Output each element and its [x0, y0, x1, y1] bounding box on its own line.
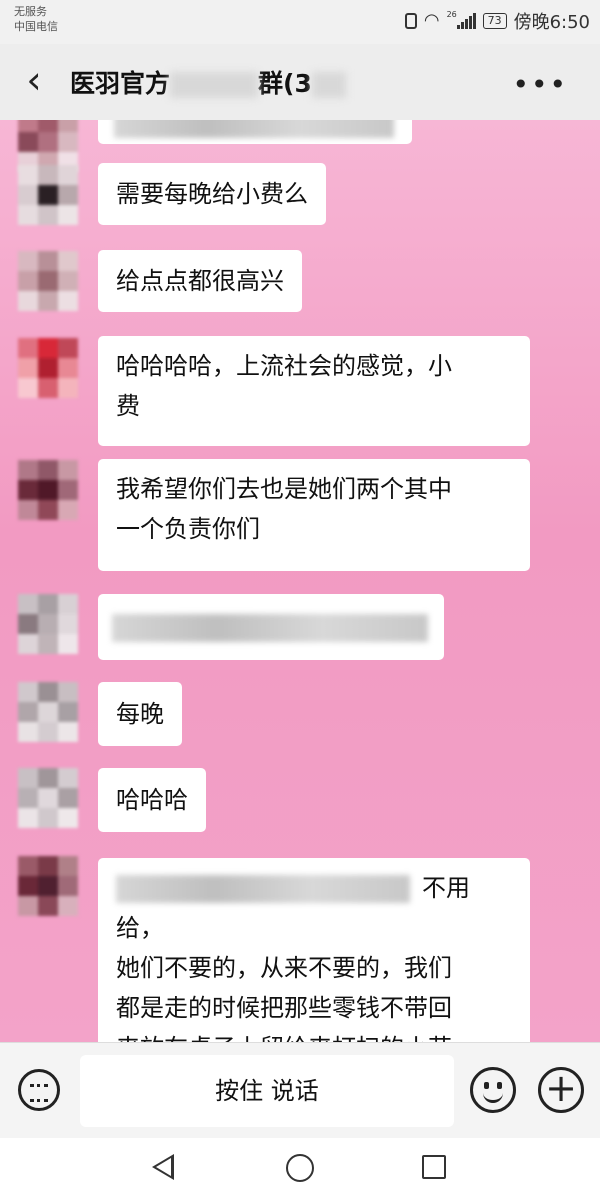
chat-title-text: 医羽官方: [70, 69, 171, 98]
title-redaction-2: [311, 72, 346, 98]
message-text-line: 一个负责你们: [116, 515, 260, 543]
avatar[interactable]: [18, 594, 78, 654]
input-bar: 按住 说话 +: [0, 1042, 600, 1139]
avatar[interactable]: [18, 460, 78, 520]
message-text: 哈哈哈: [116, 786, 188, 814]
hold-to-talk-button[interactable]: 按住 说话: [80, 1055, 454, 1127]
message-text-line: 不用给，: [116, 868, 512, 948]
message-text-line: 她们不要的，从来不要的，我们: [116, 954, 452, 982]
more-horizontal-icon: •••: [512, 68, 568, 101]
message-bubble[interactable]: [98, 594, 444, 660]
chat-title-suffix: 群(3: [258, 69, 312, 98]
avatar[interactable]: [18, 165, 78, 225]
signal-icon: 26: [446, 10, 476, 29]
emoji-icon: [484, 1082, 489, 1089]
avatar[interactable]: [18, 338, 78, 398]
message-text-line: 费: [116, 392, 140, 420]
system-nav-bar: [0, 1138, 600, 1200]
nav-home-button[interactable]: [286, 1154, 314, 1182]
redacted-text: [114, 120, 394, 138]
chat-message-list[interactable]: 需要每晚给小费么 给点点都很高兴 哈哈哈哈，上流社会的感觉，小 费 我希望你们去…: [0, 120, 600, 1042]
status-time: 傍晚6:50: [513, 12, 590, 33]
chevron-left-icon: ‹: [26, 58, 42, 102]
chat-header: ‹ 医羽官方 群(3 •••: [0, 44, 600, 120]
message-bubble[interactable]: 哈哈哈: [98, 768, 206, 832]
message-text-line: 都是走的时候把那些零钱不带回: [116, 994, 452, 1022]
nav-recent-apps-button[interactable]: [422, 1155, 446, 1179]
avatar[interactable]: [18, 251, 78, 311]
plus-icon: +: [545, 1066, 577, 1110]
message-bubble[interactable]: [98, 120, 412, 144]
battery-indicator: 73: [482, 13, 507, 29]
carrier-name: 中国电信: [14, 20, 58, 33]
emoji-icon-mouth: [483, 1090, 503, 1103]
nav-back-button[interactable]: [152, 1154, 174, 1180]
message-bubble[interactable]: 哈哈哈哈，上流社会的感觉，小 费: [98, 336, 530, 446]
keyboard-toggle-button[interactable]: [18, 1069, 60, 1111]
more-functions-button[interactable]: +: [538, 1067, 584, 1113]
avatar[interactable]: [18, 768, 78, 828]
more-button[interactable]: •••: [512, 68, 568, 101]
message-bubble[interactable]: 给点点都很高兴: [98, 250, 302, 312]
carrier-info: 无服务 中国电信: [14, 4, 58, 34]
message-text-line: 哈哈哈哈，上流社会的感觉，小: [116, 352, 452, 380]
redacted-text: [116, 875, 410, 903]
keyboard-icon: [30, 1084, 48, 1102]
network-label: 26: [446, 10, 457, 19]
status-icons: ◠ 26 73 傍晚6:50: [404, 8, 590, 34]
message-text-line: 来放在桌子上留给来打扫的小花: [116, 1028, 512, 1042]
message-text: 每晚: [116, 700, 164, 728]
message-bubble[interactable]: 不用给， 她们不要的，从来不要的，我们 都是走的时候把那些零钱不带回 来放在桌子…: [98, 858, 530, 1042]
vibrate-icon: [404, 13, 417, 29]
chat-title: 医羽官方 群(3: [70, 64, 346, 100]
avatar[interactable]: [18, 856, 78, 916]
back-button[interactable]: ‹: [16, 60, 52, 100]
avatar[interactable]: [18, 682, 78, 742]
message-bubble[interactable]: 每晚: [98, 682, 182, 746]
message-bubble[interactable]: 我希望你们去也是她们两个其中 一个负责你们: [98, 459, 530, 571]
title-redaction: [170, 72, 259, 98]
redacted-text: [112, 614, 428, 642]
carrier-no-service: 无服务: [14, 5, 47, 18]
message-text-line: 我希望你们去也是她们两个其中: [116, 475, 452, 503]
emoji-icon-eye: [497, 1082, 502, 1089]
emoji-button[interactable]: [470, 1067, 516, 1113]
message-text: 需要每晚给小费么: [116, 180, 308, 208]
status-bar: 无服务 中国电信 ◠ 26 73 傍晚6:50: [0, 0, 600, 44]
message-bubble[interactable]: 需要每晚给小费么: [98, 163, 326, 225]
message-text: 给点点都很高兴: [116, 267, 284, 295]
wifi-icon: ◠: [423, 10, 440, 31]
